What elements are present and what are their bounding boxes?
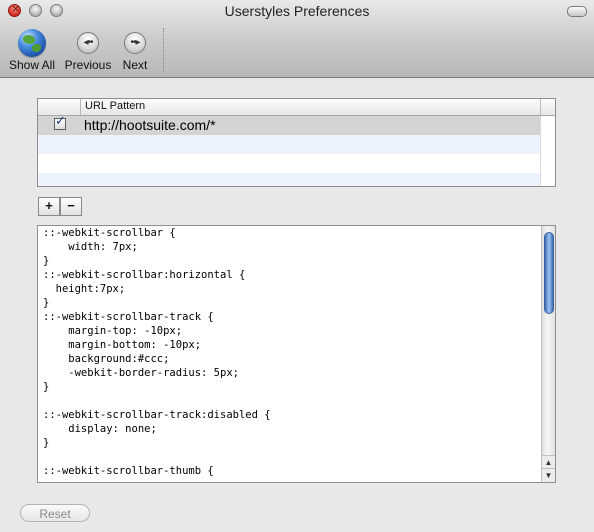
toolbar-toggle-button[interactable] — [567, 6, 587, 17]
next-icon: ••▸ — [124, 32, 146, 54]
window-titlebar: Userstyles Preferences Show All ◂•• Prev… — [0, 0, 594, 78]
table-row[interactable]: http://hootsuite.com/* — [38, 114, 541, 135]
table-scrollbar[interactable] — [540, 116, 555, 186]
next-label: Next — [122, 58, 148, 72]
css-code[interactable]: ::-webkit-scrollbar { width: 7px; } ::-w… — [43, 226, 271, 478]
add-pattern-button[interactable]: + — [38, 197, 60, 216]
css-editor[interactable]: ::-webkit-scrollbar { width: 7px; } ::-w… — [37, 225, 556, 483]
window-title: Userstyles Preferences — [224, 3, 370, 19]
url-pattern-column-header[interactable]: URL Pattern — [85, 100, 145, 112]
header-end-cell — [540, 99, 541, 115]
scrollbar-thumb[interactable] — [544, 232, 554, 314]
empty-table-row — [38, 135, 541, 154]
reset-button[interactable]: Reset — [20, 504, 90, 522]
enabled-checkbox[interactable] — [54, 114, 66, 130]
next-button[interactable]: ••▸ Next — [117, 28, 153, 72]
globe-icon — [18, 29, 46, 57]
show-all-button[interactable]: Show All — [6, 28, 58, 72]
table-header: URL Pattern — [38, 99, 555, 116]
toolbar-separator — [163, 28, 164, 72]
remove-pattern-button[interactable]: − — [60, 197, 82, 216]
empty-table-row — [38, 173, 541, 186]
url-pattern-table: URL Pattern http://hootsuite.com/* — [37, 98, 556, 187]
enabled-column-header[interactable] — [38, 99, 81, 115]
scroll-down-arrow-icon[interactable]: ▼ — [542, 468, 555, 482]
empty-table-row — [38, 154, 541, 173]
scroll-up-arrow-icon[interactable]: ▲ — [542, 455, 555, 469]
show-all-label: Show All — [8, 58, 56, 72]
editor-scrollbar[interactable]: ▲ ▼ — [541, 226, 555, 482]
url-pattern-cell[interactable]: http://hootsuite.com/* — [84, 117, 216, 133]
previous-button[interactable]: ◂•• Previous — [63, 28, 113, 72]
previous-icon: ◂•• — [77, 32, 99, 54]
previous-label: Previous — [64, 58, 112, 72]
